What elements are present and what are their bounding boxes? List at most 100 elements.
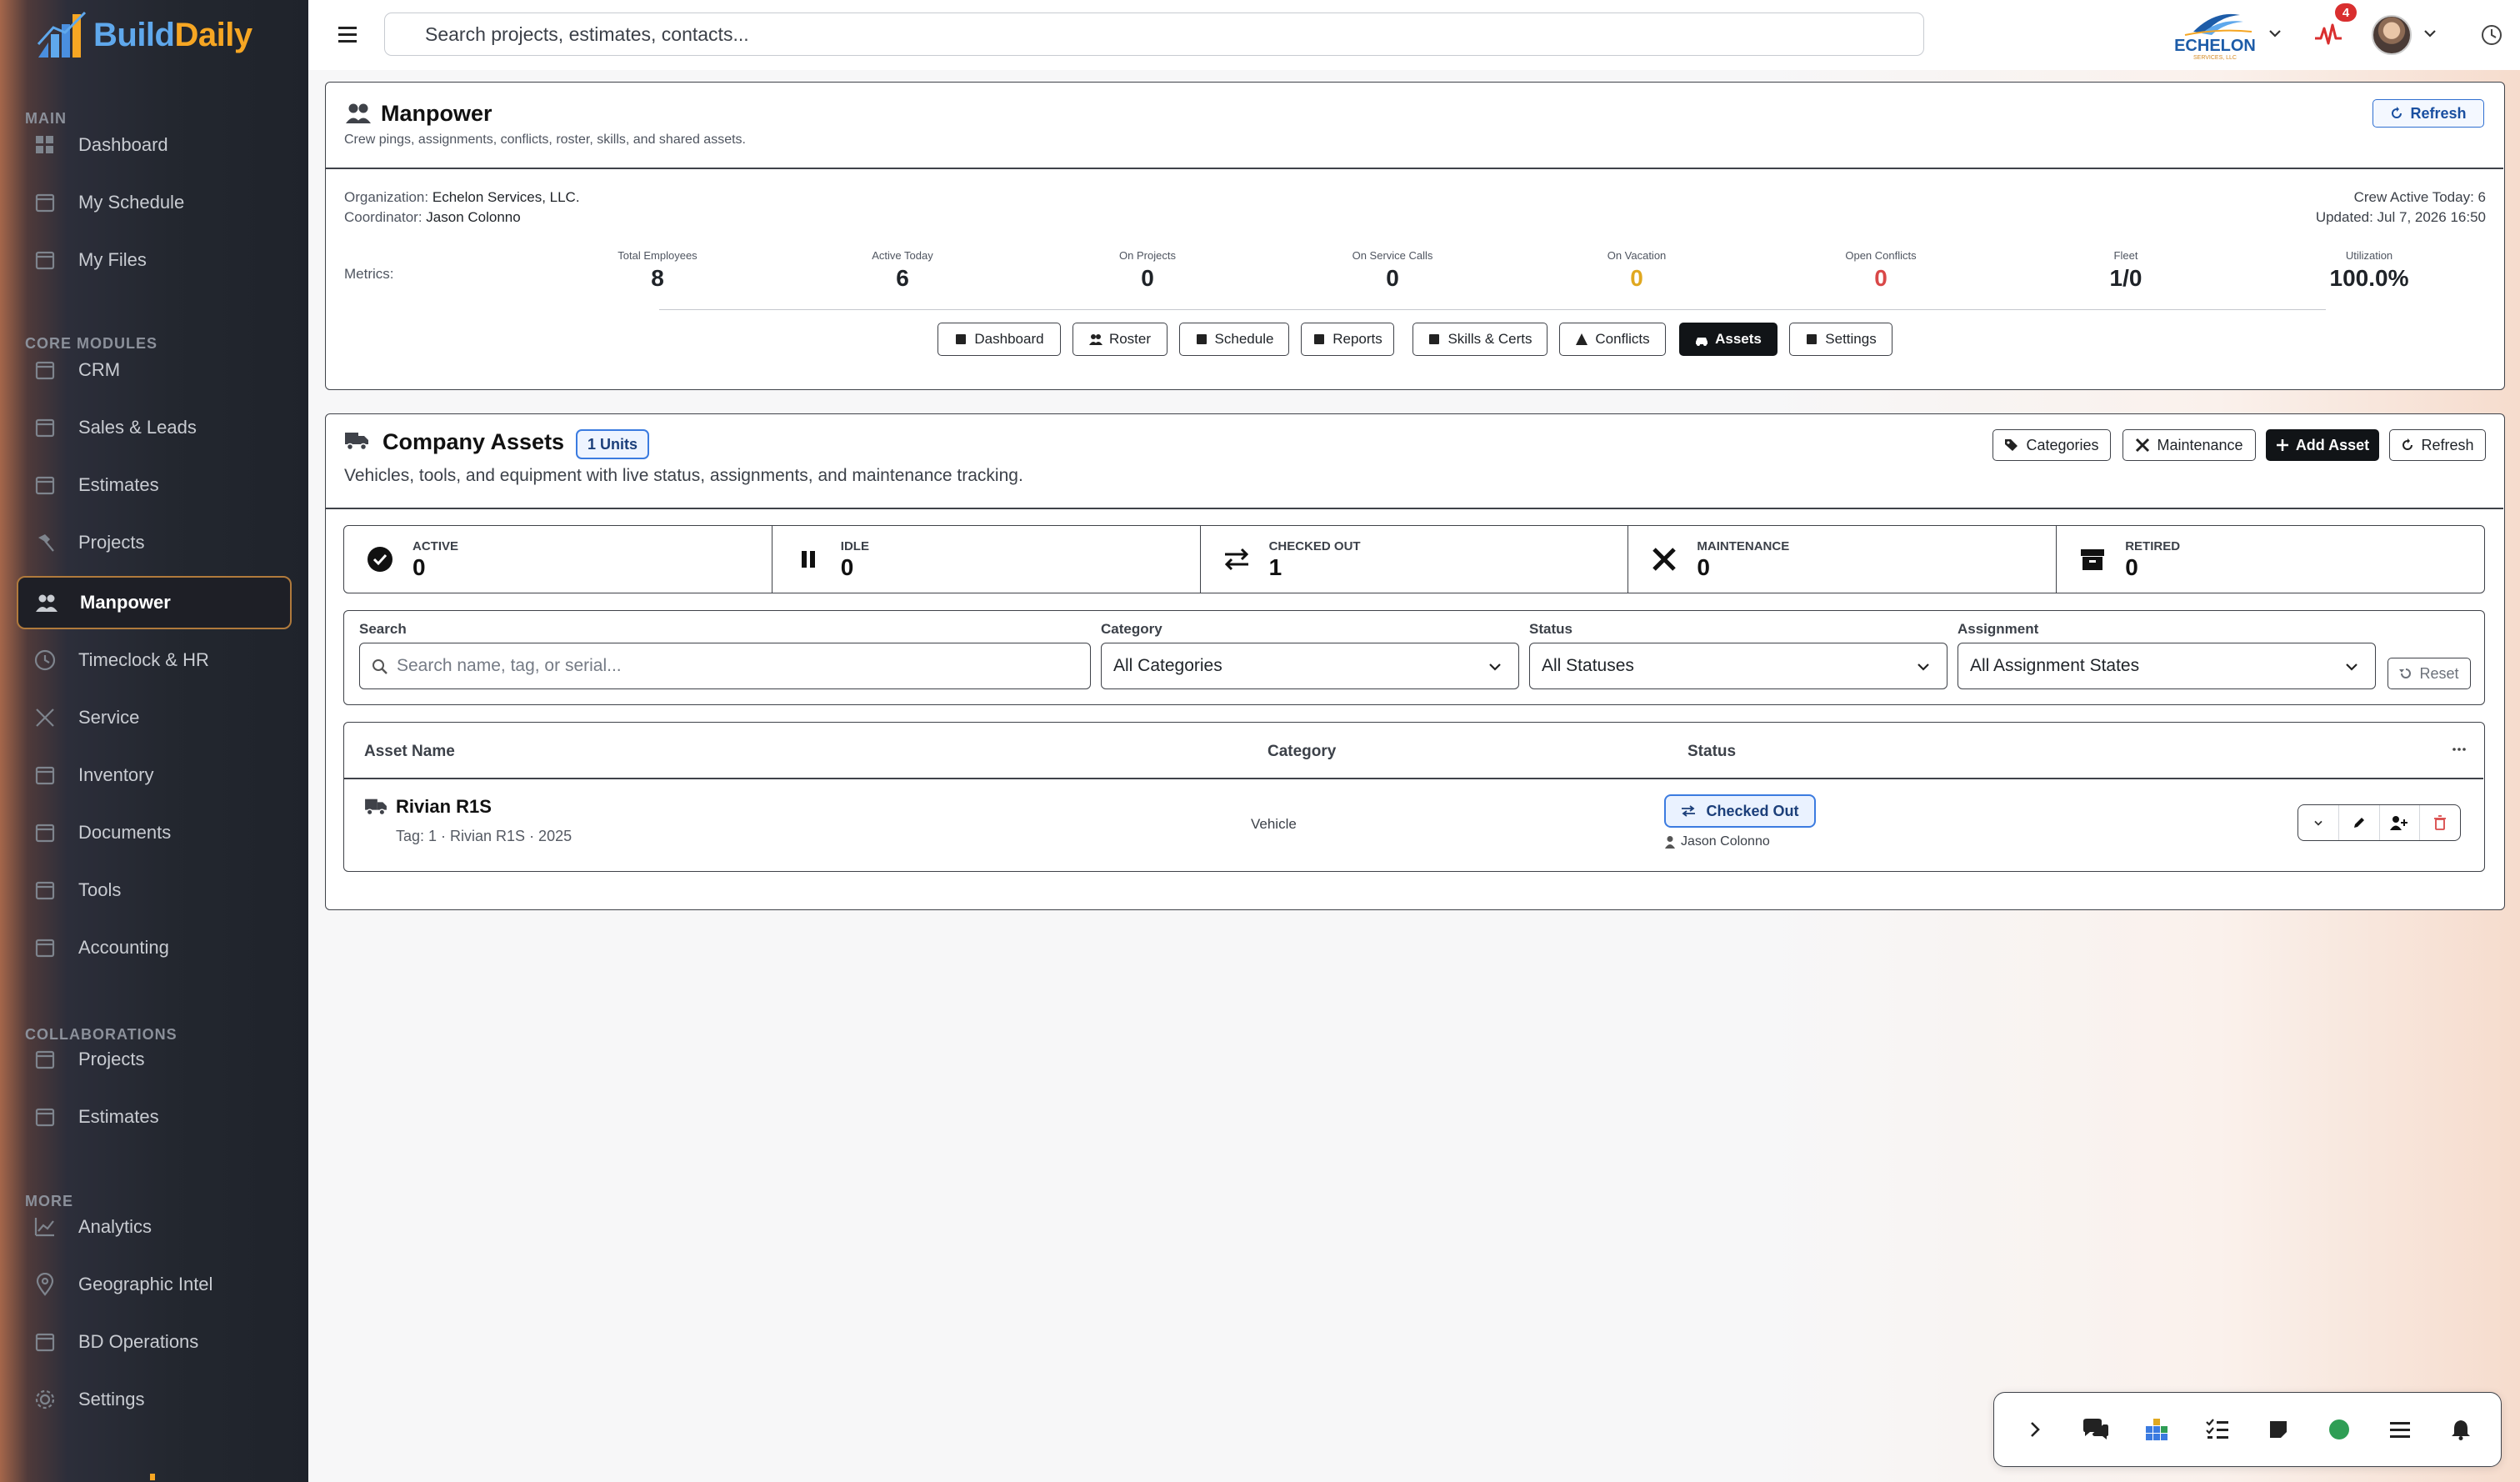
logo-build-text: Build	[93, 16, 175, 53]
swap-arrows-icon	[1682, 805, 1696, 817]
sidebar-item-sales-leads[interactable]: Sales & Leads	[17, 401, 292, 454]
status-select[interactable]: All Statuses	[1529, 643, 1948, 689]
tab-assets[interactable]: Assets	[1679, 323, 1778, 356]
maintenance-button[interactable]: Maintenance	[2122, 429, 2256, 461]
brand-logo[interactable]: BuildDaily	[37, 8, 252, 62]
list-menu-icon[interactable]	[2369, 1404, 2430, 1454]
sidebar-item-estimates[interactable]: Estimates	[17, 458, 292, 512]
sidebar-item-inventory[interactable]: Inventory	[17, 749, 292, 802]
sidebar-item-label: CRM	[78, 359, 121, 380]
assets-table: Asset Name Category Status Rivian R1S Ta…	[343, 722, 2485, 872]
delete-trash-icon[interactable]	[2420, 805, 2460, 840]
status-badge[interactable]: Checked Out	[1664, 794, 1816, 828]
manpower-refresh-button[interactable]: Refresh	[2372, 99, 2484, 128]
person-icon	[1665, 836, 1675, 849]
widgets-grid-icon[interactable]	[2126, 1404, 2187, 1454]
task-checklist-icon[interactable]	[2187, 1404, 2248, 1454]
asset-name[interactable]: Rivian R1S	[396, 796, 492, 818]
sidebar-item-label: Sales & Leads	[78, 417, 197, 438]
reports-icon	[1314, 334, 1325, 344]
asset-category: Vehicle	[1251, 816, 1297, 832]
column-header-asset-name[interactable]: Asset Name	[364, 743, 455, 761]
history-clock-icon[interactable]	[2480, 23, 2503, 47]
reset-filters-button[interactable]: Reset	[2388, 658, 2471, 689]
search-filter-label: Search	[359, 621, 407, 637]
user-avatar[interactable]	[2372, 15, 2412, 55]
tab-conflicts[interactable]: Conflicts	[1559, 323, 1666, 356]
sidebar-item-my-files[interactable]: My Files	[17, 233, 292, 287]
category-select[interactable]: All Categories	[1101, 643, 1519, 689]
search-icon	[372, 659, 388, 674]
column-header-category[interactable]: Category	[1268, 743, 1336, 761]
chart-icon	[33, 1215, 57, 1239]
sidebar-item-timeclock-hr[interactable]: Timeclock & HR	[17, 633, 292, 687]
sidebar-item-projects[interactable]: Projects	[17, 1033, 292, 1086]
stat-retired[interactable]: RETIRED 0	[2057, 526, 2484, 593]
tab-settings[interactable]: Settings	[1789, 323, 1892, 356]
global-search-input[interactable]: Search projects, estimates, contacts...	[384, 13, 1924, 56]
hamburger-menu-icon[interactable]	[333, 20, 362, 48]
tab-schedule[interactable]: Schedule	[1179, 323, 1289, 356]
tab-label: Assets	[1715, 331, 1762, 347]
activity-pulse-icon[interactable]	[2313, 20, 2343, 48]
assignment-select[interactable]: All Assignment States	[1958, 643, 2376, 689]
tab-skills-certs[interactable]: Skills & Certs	[1412, 323, 1548, 356]
sidebar-item-accounting[interactable]: Accounting	[17, 921, 292, 974]
metric-open-conflicts: Open Conflicts 0	[1781, 249, 1981, 292]
tab-reports[interactable]: Reports	[1301, 323, 1394, 356]
user-menu-chevron-icon[interactable]	[2422, 25, 2438, 42]
assignment-filter-label: Assignment	[1958, 621, 2039, 637]
online-status-icon[interactable]	[2308, 1404, 2369, 1454]
sidebar-item-dashboard[interactable]: Dashboard	[17, 118, 292, 172]
stat-active[interactable]: ACTIVE 0	[344, 526, 772, 593]
sidebar-item-label: Documents	[78, 822, 172, 843]
assets-refresh-button[interactable]: Refresh	[2389, 429, 2486, 461]
stat-checked-out[interactable]: CHECKED OUT 1	[1201, 526, 1629, 593]
sidebar-item-label: Accounting	[78, 937, 169, 958]
tab-dashboard[interactable]: Dashboard	[938, 323, 1061, 356]
sidebar-item-tools[interactable]: Tools	[17, 864, 292, 917]
sidebar-item-manpower[interactable]: Manpower	[17, 576, 292, 629]
sticky-note-icon[interactable]	[2248, 1404, 2308, 1454]
column-header-status[interactable]: Status	[1688, 743, 1736, 761]
sidebar-item-crm[interactable]: CRM	[17, 343, 292, 397]
org-switcher-chevron-icon[interactable]	[2267, 25, 2283, 42]
sidebar-item-geographic-intel[interactable]: Geographic Intel	[17, 1258, 292, 1311]
chat-bubbles-icon[interactable]	[2065, 1404, 2126, 1454]
sidebar-item-documents[interactable]: Documents	[17, 806, 292, 859]
stat-maintenance[interactable]: MAINTENANCE 0	[1628, 526, 2058, 593]
asset-search-placeholder: Search name, tag, or serial...	[397, 656, 622, 675]
sidebar-item-analytics[interactable]: Analytics	[17, 1200, 292, 1254]
sidebar-item-projects[interactable]: Projects	[17, 516, 292, 569]
company-assets-title: Company Assets	[382, 429, 565, 454]
reset-label: Reset	[2419, 664, 2459, 682]
sidebar-item-label: Projects	[78, 532, 145, 553]
table-more-options-icon[interactable]	[2451, 741, 2468, 758]
sidebar-item-service[interactable]: Service	[17, 691, 292, 744]
sidebar-item-estimates[interactable]: Estimates	[17, 1090, 292, 1144]
tools-icon	[1652, 548, 1677, 571]
assign-user-icon[interactable]	[2380, 805, 2421, 840]
manpower-title: Manpower	[381, 101, 492, 126]
categories-button[interactable]: Categories	[1992, 429, 2111, 461]
sidebar-item-settings[interactable]: Settings	[17, 1373, 292, 1426]
edit-pencil-icon[interactable]	[2339, 805, 2380, 840]
tab-roster[interactable]: Roster	[1072, 323, 1168, 356]
sidebar-item-my-schedule[interactable]: My Schedule	[17, 176, 292, 229]
manpower-refresh-label: Refresh	[2410, 104, 2467, 122]
stat-idle[interactable]: IDLE 0	[772, 526, 1201, 593]
notification-bell-icon[interactable]	[2430, 1404, 2491, 1454]
sidebar-item-bd-operations[interactable]: BD Operations	[17, 1315, 292, 1369]
sidebar-item-label: Tools	[78, 879, 122, 900]
sidebar-item-label: Service	[78, 707, 140, 728]
asset-search-input[interactable]: Search name, tag, or serial...	[359, 643, 1091, 689]
dock-collapse-chevron-icon[interactable]	[2004, 1404, 2065, 1454]
expand-chevron-icon[interactable]	[2298, 805, 2339, 840]
sidebar-item-label: Timeclock & HR	[78, 649, 209, 670]
tab-label: Roster	[1108, 331, 1152, 347]
asset-status-summary: ACTIVE 0 IDLE 0 CHECKED OUT 1 MAINTENANCE 0 RETI…	[343, 525, 2485, 593]
add-asset-button[interactable]: Add Asset	[2266, 429, 2379, 461]
sidebar-item-label: My Files	[78, 249, 147, 270]
organization-logo[interactable]: ECHELON SERVICES, LLC	[2168, 7, 2262, 61]
briefcase-icon	[33, 416, 57, 439]
